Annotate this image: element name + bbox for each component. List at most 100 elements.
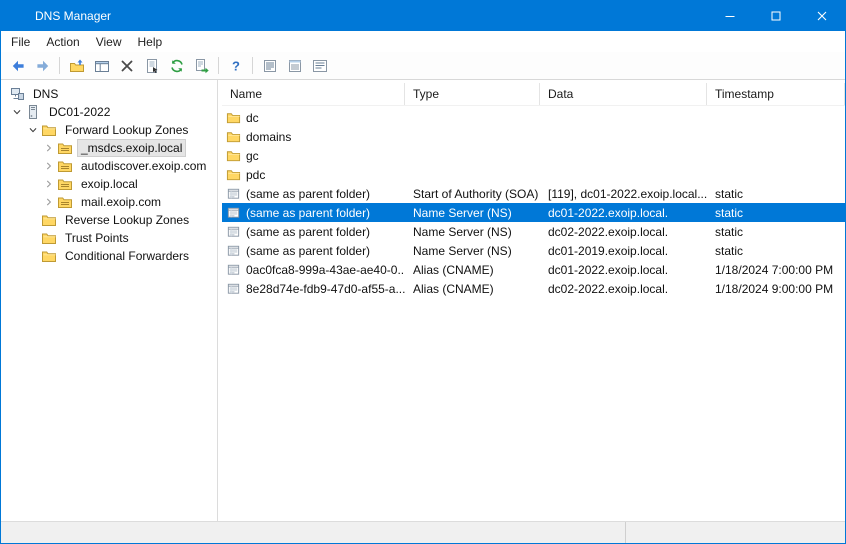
refresh-button[interactable] (165, 54, 188, 77)
help-icon: ? (228, 58, 244, 74)
record-name: 8e28d74e-fdb9-47d0-af55-a... (246, 282, 405, 296)
record-icon (226, 262, 241, 277)
record-list-button-1[interactable] (258, 54, 281, 77)
cell-name: dc (222, 110, 405, 125)
cell-timestamp: static (707, 187, 845, 201)
toolbar: ? (1, 52, 845, 80)
cell-name: 8e28d74e-fdb9-47d0-af55-a... (222, 281, 405, 296)
expander-spacer (25, 230, 41, 246)
chevron-collapsed-icon[interactable] (41, 140, 57, 156)
refresh-icon (169, 58, 185, 74)
show-hide-tree-button[interactable] (90, 54, 113, 77)
chevron-expanded-icon[interactable] (25, 122, 41, 138)
up-level-button[interactable] (65, 54, 88, 77)
list-row[interactable]: (same as parent folder)Name Server (NS)d… (222, 241, 845, 260)
list-row[interactable]: domains (222, 127, 845, 146)
tree-item-dns[interactable]: DNS (1, 85, 217, 103)
tree-item-label: Trust Points (61, 229, 133, 247)
forward-button[interactable] (31, 54, 54, 77)
list-row[interactable]: (same as parent folder)Name Server (NS)d… (222, 203, 845, 222)
cell-name: (same as parent folder) (222, 205, 405, 220)
tree-item-msdcs-exoip-local[interactable]: _msdcs.exoip.local (1, 139, 217, 157)
toolbar-separator (59, 57, 60, 74)
cell-data: dc01-2022.exoip.local. (540, 206, 707, 220)
help-button[interactable]: ? (224, 54, 247, 77)
cell-timestamp: static (707, 206, 845, 220)
console-tree: DNSDC01-2022Forward Lookup Zones_msdcs.e… (1, 80, 218, 521)
properties-button[interactable] (140, 54, 163, 77)
arrow-left-icon (10, 58, 26, 74)
tree-item-dc01-2022[interactable]: DC01-2022 (1, 103, 217, 121)
svg-text:?: ? (232, 58, 240, 73)
tree-item-conditional-forwarders[interactable]: Conditional Forwarders (1, 247, 217, 265)
list-header-icon (287, 58, 303, 74)
cell-timestamp: static (707, 225, 845, 239)
record-name: pdc (246, 168, 265, 182)
menu-help[interactable]: Help (130, 32, 171, 52)
cell-timestamp: 1/18/2024 7:00:00 PM (707, 263, 845, 277)
record-list-button-2[interactable] (283, 54, 306, 77)
list-row[interactable]: (same as parent folder)Start of Authorit… (222, 184, 845, 203)
column-header-data[interactable]: Data (540, 83, 707, 105)
close-button[interactable] (799, 1, 845, 31)
column-header-timestamp[interactable]: Timestamp (707, 83, 845, 105)
record-name: (same as parent folder) (246, 244, 370, 258)
chevron-collapsed-icon[interactable] (41, 158, 57, 174)
tree-item-autodiscover-exoip-com[interactable]: autodiscover.exoip.com (1, 157, 217, 175)
tree-item-forward-lookup-zones[interactable]: Forward Lookup Zones (1, 121, 217, 139)
tree-item-reverse-lookup-zones[interactable]: Reverse Lookup Zones (1, 211, 217, 229)
list-row[interactable]: 0ac0fca8-999a-43ae-ae40-0...Alias (CNAME… (222, 260, 845, 279)
back-button[interactable] (6, 54, 29, 77)
up-folder-icon (69, 58, 85, 74)
folder-icon (41, 248, 57, 264)
record-icon (226, 281, 241, 296)
minimize-button[interactable] (707, 1, 753, 31)
tree-item-label: autodiscover.exoip.com (77, 157, 210, 175)
folder-icon (41, 122, 57, 138)
chevron-expanded-icon[interactable] (9, 104, 25, 120)
tree-item-trust-points[interactable]: Trust Points (1, 229, 217, 247)
menu-view[interactable]: View (88, 32, 130, 52)
expander-spacer (25, 212, 41, 228)
column-header-type[interactable]: Type (405, 83, 540, 105)
dns-root-icon (9, 86, 25, 102)
tree-item-label: DNS (29, 85, 62, 103)
tree-item-mail-exoip-com[interactable]: mail.exoip.com (1, 193, 217, 211)
cell-name: domains (222, 129, 405, 144)
cell-name: (same as parent folder) (222, 186, 405, 201)
delete-button[interactable] (115, 54, 138, 77)
tree-item-label: exoip.local (77, 175, 142, 193)
record-name: (same as parent folder) (246, 187, 370, 201)
cell-timestamp: static (707, 244, 845, 258)
menu-action[interactable]: Action (38, 32, 87, 52)
record-name: 0ac0fca8-999a-43ae-ae40-0... (246, 263, 405, 277)
cell-data: dc01-2022.exoip.local. (540, 263, 707, 277)
menu-file[interactable]: File (3, 32, 38, 52)
arrow-right-icon (35, 58, 51, 74)
record-name: (same as parent folder) (246, 206, 370, 220)
records-list-pane: NameTypeDataTimestamp dc domains gc pdc (sam… (222, 80, 845, 521)
list-row[interactable]: 8e28d74e-fdb9-47d0-af55-a...Alias (CNAME… (222, 279, 845, 298)
record-name: domains (246, 130, 291, 144)
tree-item-exoip-local[interactable]: exoip.local (1, 175, 217, 193)
list-row[interactable]: pdc (222, 165, 845, 184)
list-row[interactable]: dc (222, 108, 845, 127)
list-window-icon (312, 58, 328, 74)
record-list-button-3[interactable] (308, 54, 331, 77)
expander-spacer (25, 248, 41, 264)
chevron-collapsed-icon[interactable] (41, 194, 57, 210)
delete-icon (119, 58, 135, 74)
export-list-button[interactable] (190, 54, 213, 77)
maximize-button[interactable] (753, 1, 799, 31)
record-name: (same as parent folder) (246, 225, 370, 239)
folder-icon (226, 110, 241, 125)
chevron-collapsed-icon[interactable] (41, 176, 57, 192)
list-row[interactable]: (same as parent folder)Name Server (NS)d… (222, 222, 845, 241)
column-header-name[interactable]: Name (222, 83, 405, 105)
record-icon (226, 224, 241, 239)
menubar: FileActionViewHelp (1, 31, 845, 52)
cell-data: dc01-2019.exoip.local. (540, 244, 707, 258)
list-row[interactable]: gc (222, 146, 845, 165)
cell-name: pdc (222, 167, 405, 182)
record-icon (226, 186, 241, 201)
